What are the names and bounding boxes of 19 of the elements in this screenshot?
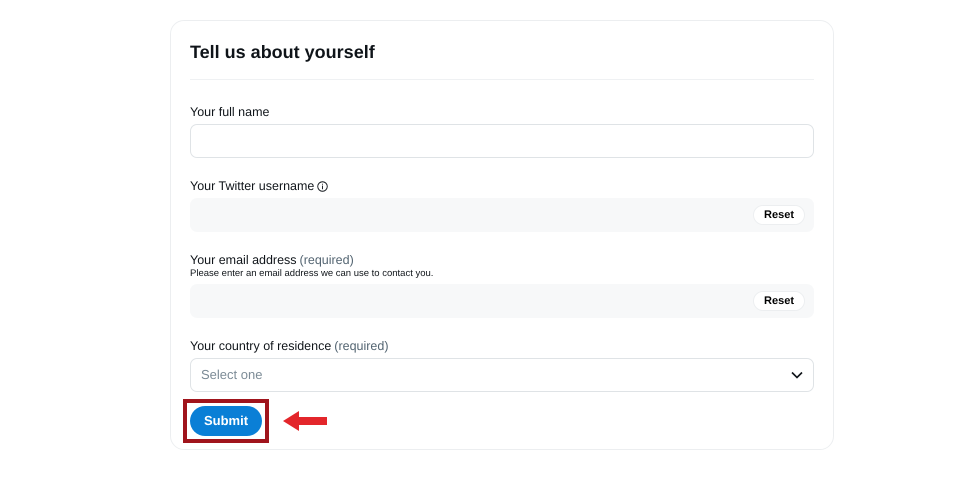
field-label: Your email address: [190, 252, 297, 268]
form-title: Tell us about yourself: [190, 41, 376, 63]
field-label: Your Twitter username: [190, 178, 314, 194]
placeholder-text: Select one: [201, 366, 262, 384]
help-text: Please enter an email address we can use to contact you.: [190, 268, 434, 280]
required-note: (required): [334, 338, 388, 354]
submit-button[interactable]: Submit: [190, 406, 262, 436]
input-field[interactable]: Reset: [190, 198, 814, 232]
field-label: Your country of residence: [190, 338, 332, 354]
select-field[interactable]: Select one: [190, 358, 814, 392]
input-field[interactable]: Reset: [190, 284, 814, 318]
reset-button[interactable]: Reset: [753, 291, 805, 311]
arrow-icon: [283, 411, 328, 431]
field-label: Your full name: [190, 104, 270, 120]
required-note: (required): [300, 252, 354, 268]
info-icon[interactable]: [317, 180, 328, 192]
chevron-down-icon: [791, 371, 803, 379]
input-field[interactable]: [190, 124, 814, 158]
reset-button[interactable]: Reset: [753, 205, 805, 225]
